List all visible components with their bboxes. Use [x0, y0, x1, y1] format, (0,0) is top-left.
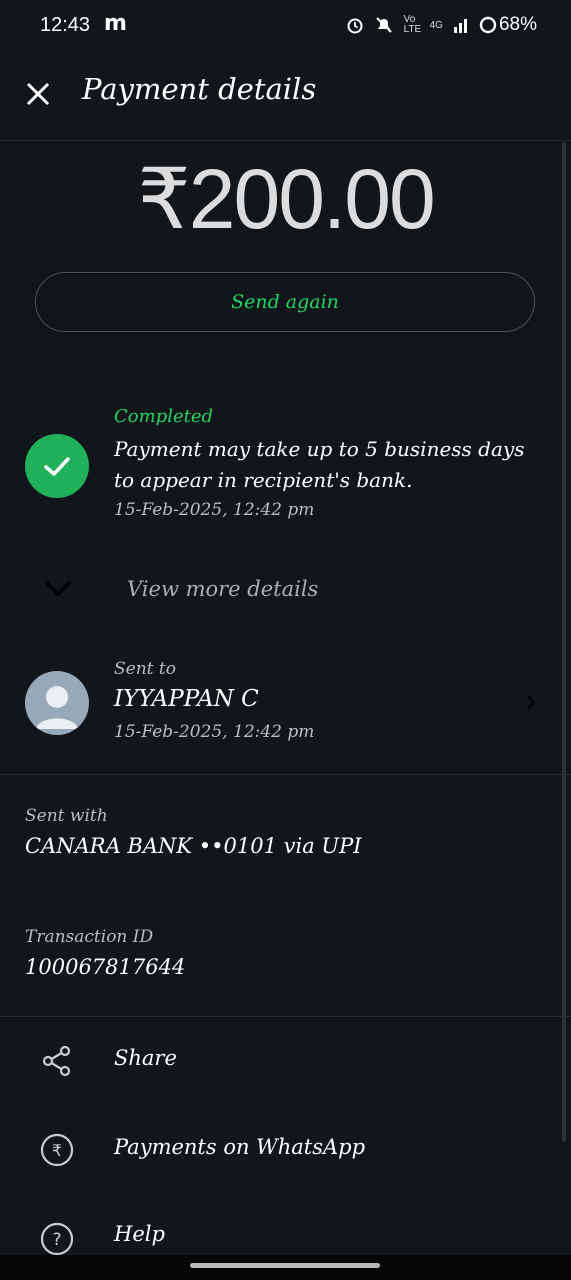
- payment-timestamp: 15-Feb-2025, 12:42 pm: [114, 500, 315, 520]
- person-icon: [36, 686, 78, 729]
- battery-icon: [479, 16, 497, 34]
- mute-icon: [375, 17, 392, 33]
- avatar: [25, 671, 89, 735]
- status-bar: 12:43 m Vo LTE 4G 68%: [0, 0, 571, 52]
- share-action[interactable]: Share: [114, 1046, 177, 1070]
- rupee-icon[interactable]: ₹: [40, 1133, 74, 1167]
- close-icon[interactable]: [22, 78, 54, 110]
- scrollbar[interactable]: [562, 142, 566, 1142]
- help-icon[interactable]: ?: [40, 1222, 74, 1256]
- sent-with-label: Sent with: [25, 806, 108, 826]
- success-badge: [25, 434, 89, 498]
- notification-icon: m: [104, 11, 127, 36]
- svg-text:₹: ₹: [52, 1141, 62, 1160]
- bank-account: CANARA BANK ••0101 via UPI: [25, 834, 362, 858]
- alarm-icon: [347, 18, 363, 34]
- status-label: Completed: [114, 406, 214, 427]
- payment-amount: ₹200.00: [137, 152, 435, 246]
- network-type: 4G: [429, 19, 443, 31]
- help-action[interactable]: Help: [114, 1222, 165, 1246]
- status-time: 12:43: [40, 14, 91, 36]
- status-icons: Vo LTE 4G 68%: [346, 14, 537, 36]
- send-again-label: Send again: [231, 291, 339, 313]
- chevron-right-icon[interactable]: [524, 693, 538, 711]
- send-again-button[interactable]: Send again: [35, 272, 535, 332]
- recipient-name[interactable]: IYYAPPAN C: [114, 686, 259, 712]
- payments-on-whatsapp-action[interactable]: Payments on WhatsApp: [114, 1135, 365, 1159]
- checkmark-icon: [44, 457, 70, 476]
- divider: [0, 774, 571, 775]
- app-header: Payment details: [0, 52, 571, 141]
- status-message: Payment may take up to 5 business days t…: [114, 437, 525, 492]
- recipient-timestamp: 15-Feb-2025, 12:42 pm: [114, 722, 315, 742]
- transaction-id-label: Transaction ID: [25, 927, 154, 947]
- sent-to-label: Sent to: [114, 659, 176, 679]
- volte-indicator: Vo LTE: [403, 14, 422, 35]
- svg-text:?: ?: [52, 1230, 61, 1250]
- chevron-down-icon[interactable]: [42, 576, 74, 600]
- transaction-id: 100067817644: [25, 955, 186, 979]
- page-title: Payment details: [82, 72, 317, 106]
- view-more-details-link[interactable]: View more details: [127, 577, 318, 601]
- divider: [0, 1016, 571, 1017]
- signal-icon: [453, 19, 467, 33]
- home-gesture-handle[interactable]: [190, 1263, 380, 1268]
- battery-percent: 68%: [498, 14, 537, 35]
- share-icon[interactable]: [40, 1044, 74, 1078]
